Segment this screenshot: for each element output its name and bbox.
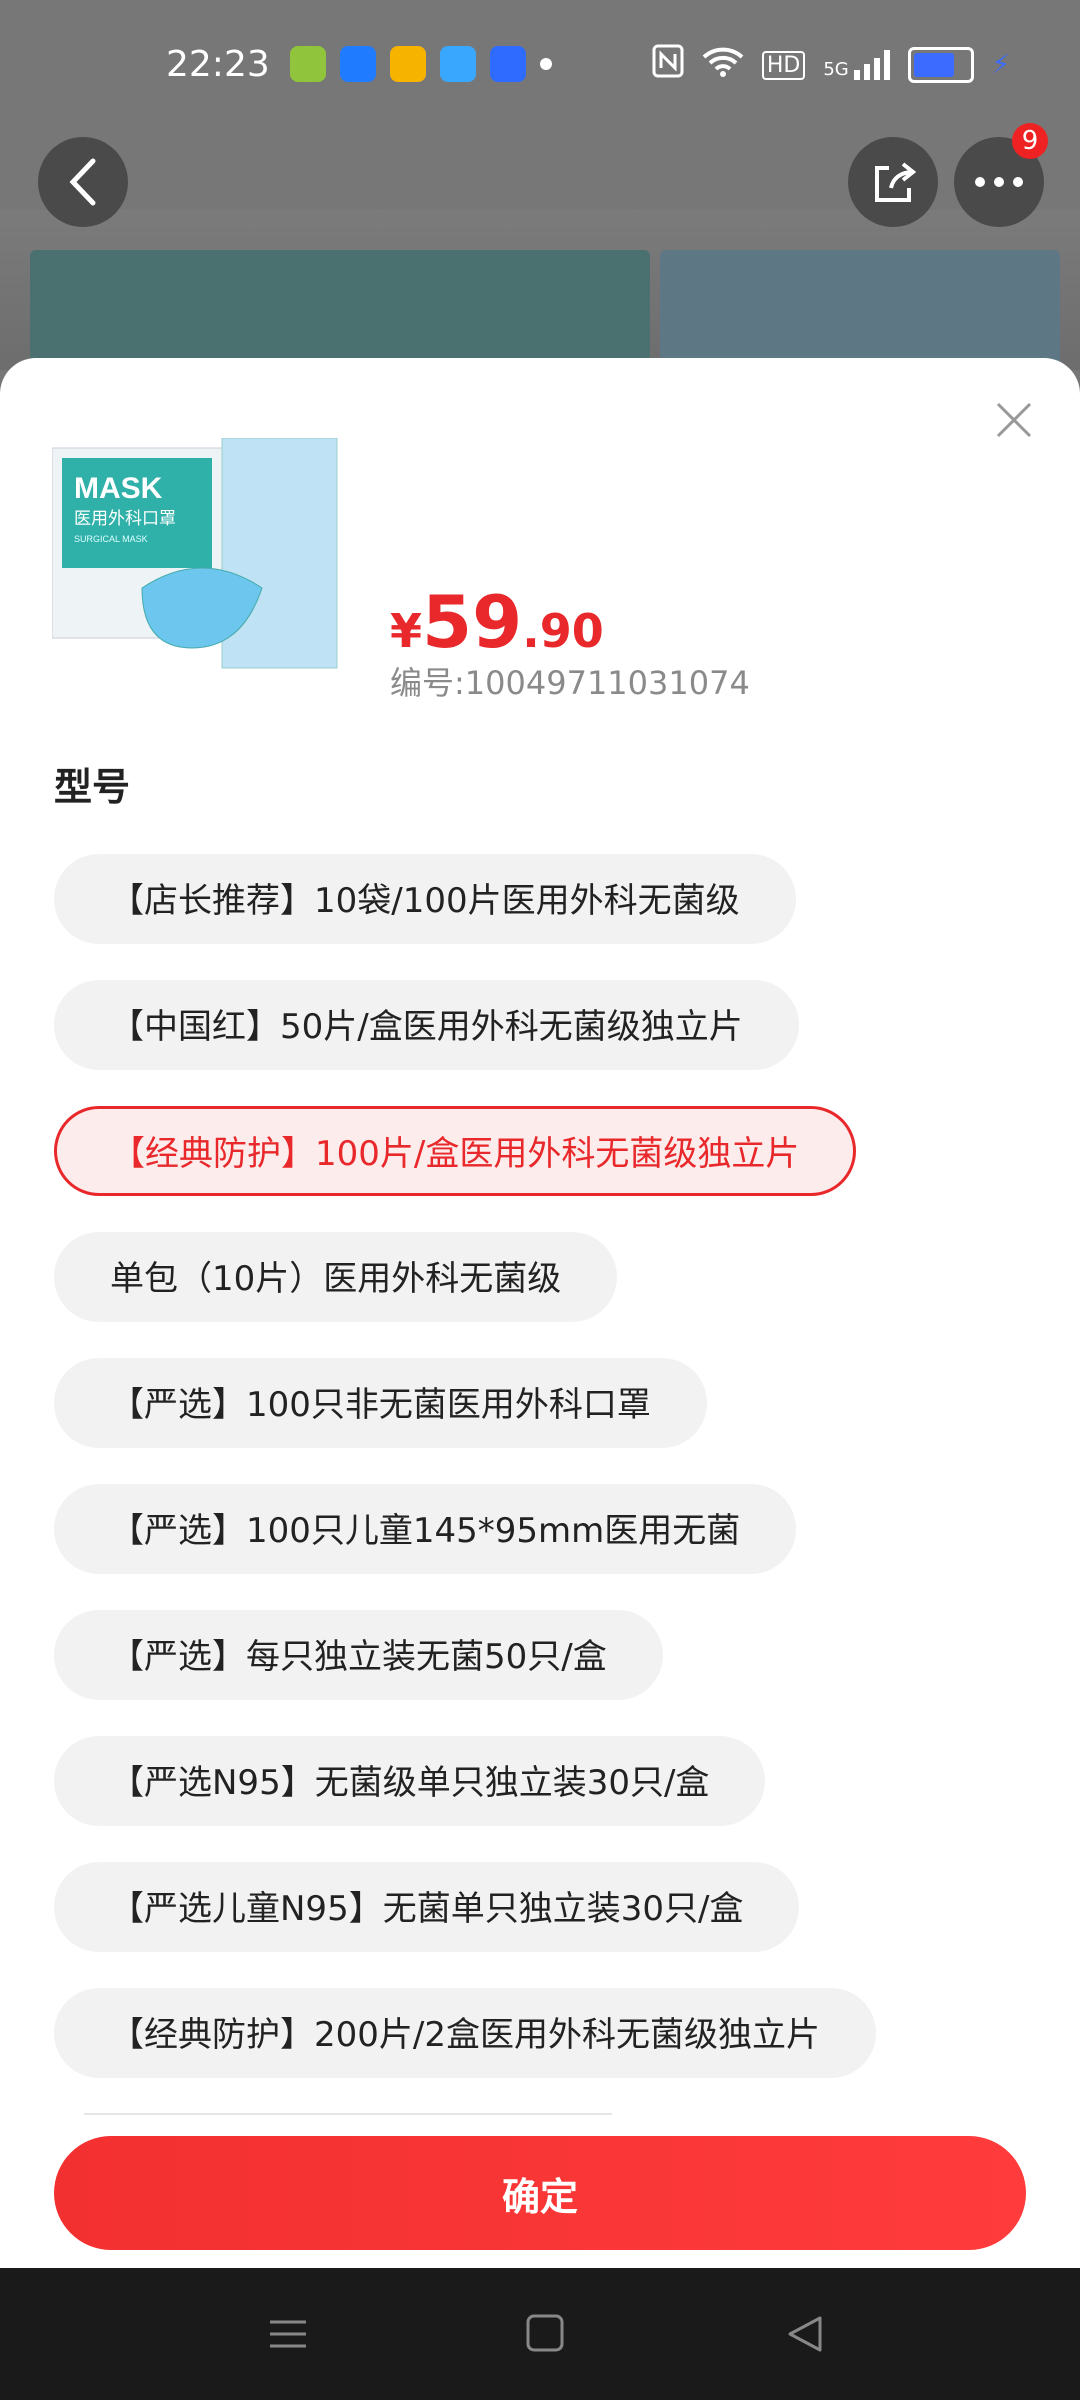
price-currency: ¥ [390,604,423,658]
status-right: HD 5G ⚡ [652,44,1010,86]
signal-icon: 5G [823,50,890,80]
close-button[interactable] [990,396,1038,444]
product-thumbnail[interactable]: MASK 医用外科口罩 SURGICAL MASK [51,437,342,678]
status-bar: 22:23 HD 5G ⚡ [0,0,1080,140]
charging-icon: ⚡ [991,50,1010,80]
model-option[interactable]: 【严选N95】无菌级单只独立装30只/盒 [54,1736,766,1826]
app-icon [290,46,326,82]
confirm-button[interactable]: 确定 [54,2136,1026,2250]
price-integer: 59 [422,580,523,664]
wifi-icon [702,45,744,85]
more-icon [975,177,1023,187]
model-option[interactable]: 【店长推荐】10袋/100片医用外科无菌级 [54,854,796,944]
menu-button[interactable] [268,2314,308,2358]
home-icon [526,2314,564,2352]
menu-icon [270,2320,306,2348]
model-option[interactable]: 【经典防护】200片/2盒医用外科无菌级独立片 [54,1988,876,2078]
navigation-bar [0,2268,1080,2400]
more-badge: 9 [1012,123,1048,159]
price-decimal: .90 [522,604,604,658]
sku-code: 编号:10049711031074 [390,664,750,702]
back-button[interactable] [38,137,128,227]
status-time: 22:23 [166,44,270,85]
weibo-icon [390,46,426,82]
product-box-image [30,250,650,370]
more-button[interactable]: 9 [954,123,1048,227]
model-option[interactable]: 【严选】每只独立装无菌50只/盒 [54,1610,663,1700]
close-icon [996,402,1032,438]
model-option[interactable]: 【严选儿童N95】无菌单只独立装30只/盒 [54,1862,800,1952]
battery-fill [913,53,955,77]
back-nav-button[interactable] [784,2314,824,2358]
model-option-selected[interactable]: 【经典防护】100片/盒医用外科无菌级独立片 [54,1106,857,1196]
share-icon [875,162,917,202]
home-button[interactable] [526,2314,564,2356]
model-options: 【店长推荐】10袋/100片医用外科无菌级 【中国红】50片/盒医用外科无菌级独… [54,854,1034,2114]
app-icon [440,46,476,82]
model-option[interactable]: 单包（10片）医用外科无菌级 [54,1232,618,1322]
price: ¥ 59 .90 [390,580,604,664]
baidu-icon [490,46,526,82]
product-mask-image [660,250,1060,370]
hd-label: HD [761,50,806,80]
scroll-divider [84,2113,612,2115]
status-app-icons [290,46,552,82]
sku-selection-sheet: MASK 医用外科口罩 SURGICAL MASK ¥ 59 .90 编号:10… [0,358,1080,2268]
model-option[interactable]: 【严选】100只非无菌医用外科口罩 [54,1358,707,1448]
app-icon [340,46,376,82]
nfc-icon [652,44,684,86]
dot-icon [540,58,552,70]
mask-text: MASK [74,472,163,505]
model-option[interactable]: 【中国红】50片/盒医用外科无菌级独立片 [54,980,799,1070]
back-icon [69,158,96,206]
mask-cn-text: 医用外科口罩 [74,509,176,529]
share-button[interactable] [848,137,938,227]
model-option[interactable]: 【严选】100只儿童145*95mm医用无菌 [54,1484,797,1574]
back-triangle-icon [788,2316,822,2352]
battery-icon [907,47,974,83]
network-label: 5G [823,59,849,80]
section-title-model: 型号 [54,765,131,809]
mask-en-text: SURGICAL MASK [74,534,148,544]
